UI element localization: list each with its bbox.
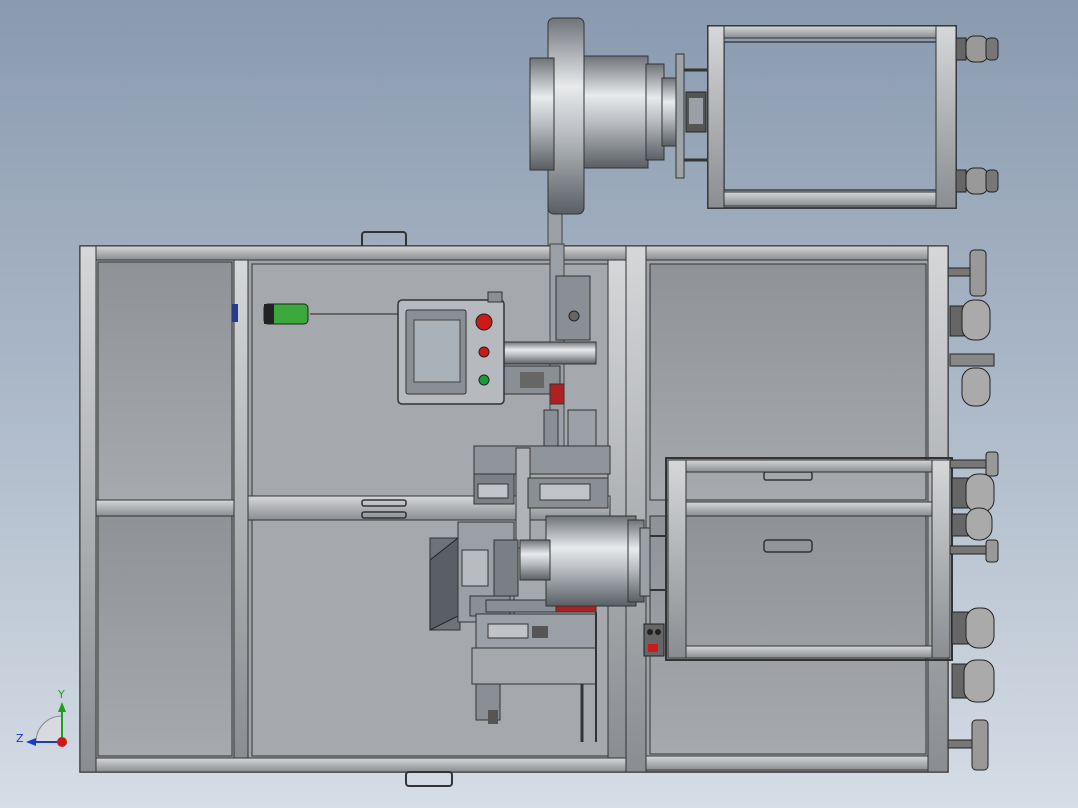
leveling-foot-icon: [947, 719, 989, 771]
cart-frame[interactable]: [707, 25, 957, 209]
caster-wheel-icon: [949, 299, 991, 341]
caster-wheel-icon: [955, 167, 999, 195]
cad-viewport[interactable]: Y Z: [0, 0, 1078, 808]
roll-drum[interactable]: [583, 55, 649, 169]
caster-wheel-icon: [955, 35, 999, 63]
z-axis-label: Z: [16, 732, 24, 745]
power-switch-box[interactable]: [643, 623, 665, 657]
x-axis-dot: [57, 737, 67, 747]
roll-drum-ring: [645, 63, 665, 161]
y-axis-label: Y: [58, 688, 65, 701]
caster-wheel-icon: [951, 607, 995, 649]
caster-wheel-icon: [951, 507, 993, 541]
main-shaft: [495, 341, 597, 365]
unwinder-assembly[interactable]: [529, 17, 999, 251]
caster-wheel-icon: [951, 659, 995, 703]
caster-wheel-icon: [951, 473, 995, 513]
red-indicator-button[interactable]: [478, 346, 490, 358]
leveling-foot-icon: [949, 539, 999, 563]
bottom-handle[interactable]: [405, 771, 453, 787]
caster-wheel-icon: [949, 353, 995, 407]
leveling-foot-icon: [949, 451, 999, 477]
leveling-foot-icon: [947, 249, 987, 297]
coordinate-triad: [26, 702, 67, 747]
left-lower-panel: [97, 515, 233, 757]
mount-plate: [675, 53, 685, 179]
left-upper-panel: [97, 261, 233, 501]
emergency-stop-button[interactable]: [475, 313, 493, 331]
roll-hub-back: [529, 57, 555, 171]
machine-assembly-drawing[interactable]: [0, 0, 1078, 808]
core-drum[interactable]: [545, 515, 637, 607]
green-start-button[interactable]: [478, 374, 490, 386]
